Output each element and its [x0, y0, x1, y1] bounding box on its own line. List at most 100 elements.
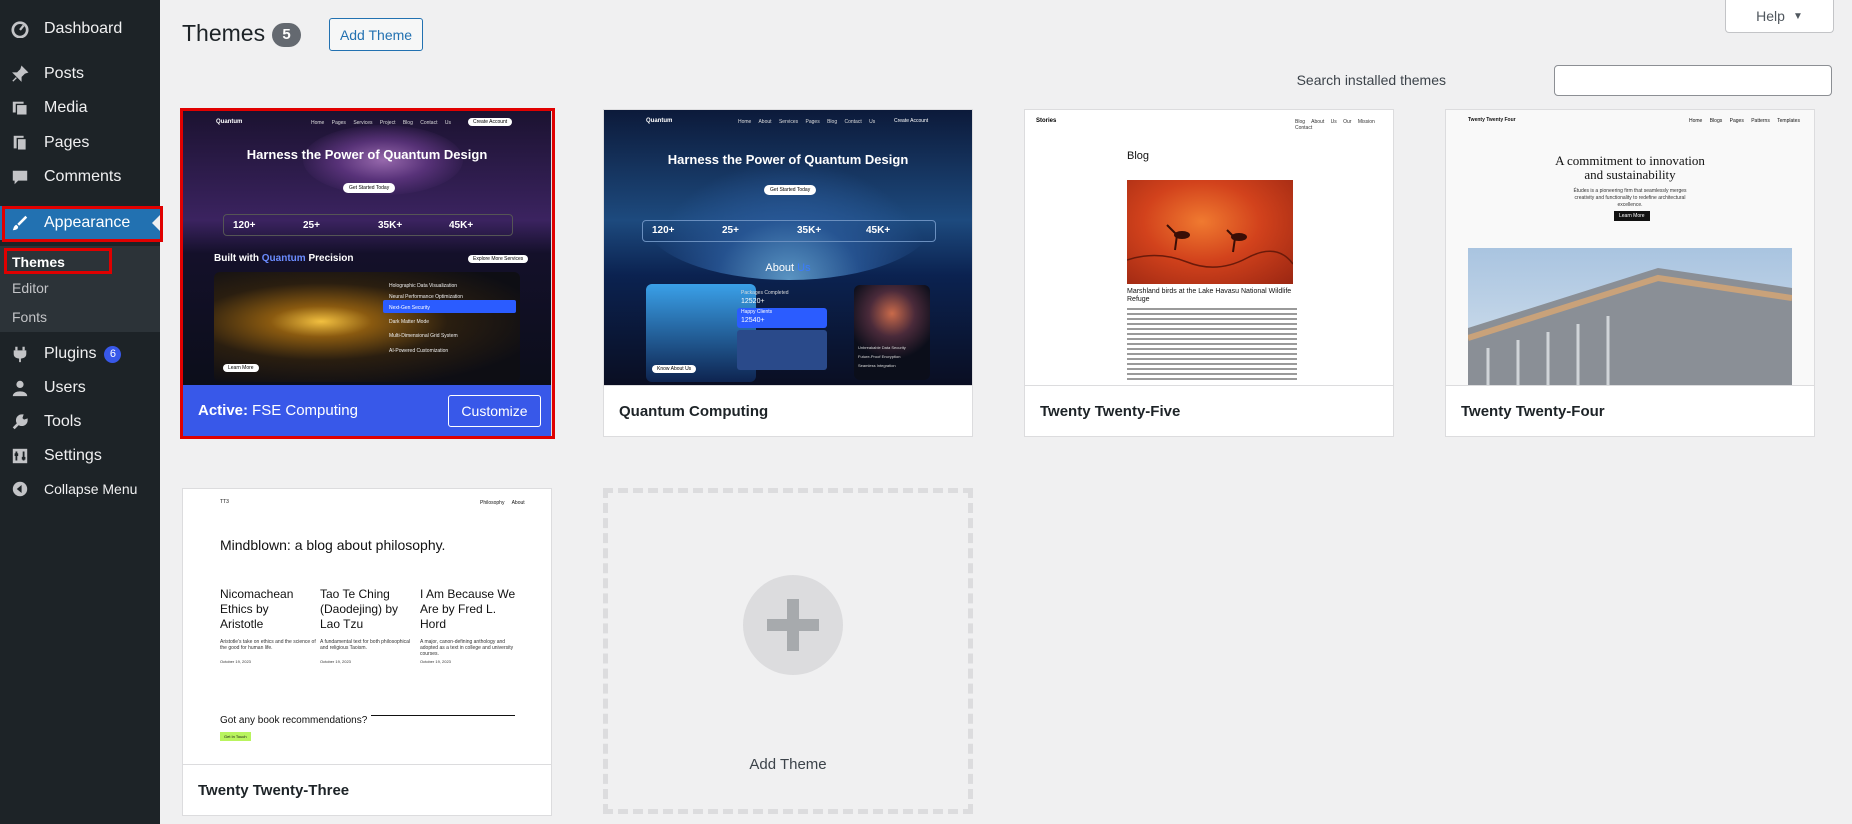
shot-post-date: October 19, 2023 — [420, 659, 451, 664]
shot-list-item: Holographic Data Visualization — [389, 283, 458, 289]
shot-button: Learn More — [1614, 211, 1650, 221]
shot-heading: A commitment to innovation and sustainab… — [1555, 153, 1705, 182]
theme-name[interactable]: Twenty Twenty-Four — [1446, 385, 1814, 436]
shot-nav: Home Blogs Pages Patterns Templates — [1689, 118, 1800, 124]
help-label: Help — [1756, 8, 1785, 24]
menu-plugins[interactable]: Plugins 6 — [0, 337, 160, 371]
shot-birds-image — [1126, 180, 1294, 284]
menu-collapse-label: Collapse Menu — [44, 481, 138, 497]
main-content: Themes 5 Add Theme Help ▼ Search install… — [160, 0, 1852, 824]
collapse-icon — [10, 479, 30, 499]
plugins-update-badge: 6 — [104, 345, 122, 363]
theme-screenshot[interactable]: Quantum Home About Services Pages Blog C… — [604, 110, 972, 386]
shot-cta-button: Get In Touch — [220, 732, 251, 741]
shot-question: Got any book recommendations? — [220, 715, 368, 726]
shot-divider — [371, 715, 515, 716]
user-icon — [10, 378, 30, 398]
pin-icon — [10, 64, 30, 84]
wrench-icon — [10, 412, 30, 432]
shot-subtext: Études is a pioneering firm that seamles… — [1573, 188, 1687, 208]
shot-nav: Home About Services Pages Blog Contact U… — [738, 119, 876, 125]
shot-stat: 45K+ — [449, 220, 474, 231]
theme-screenshot[interactable]: Twenty Twenty Four Home Blogs Pages Patt… — [1446, 110, 1814, 386]
media-icon — [10, 98, 30, 118]
theme-screenshot[interactable]: TT3 Philosophy About Mindblown: a blog a… — [183, 489, 551, 765]
active-label: Active: — [198, 402, 249, 419]
menu-appearance-label: Appearance — [44, 214, 131, 231]
theme-card-quantum-computing[interactable]: Quantum Home About Services Pages Blog C… — [603, 109, 973, 437]
plugin-icon — [10, 344, 30, 364]
shot-post-desc: A fundamental text for both philosophica… — [320, 639, 411, 651]
shot-post-desc: A major, canon-defining anthology and ad… — [420, 639, 514, 657]
birds-silhouette — [1126, 224, 1294, 268]
shot-list-item: Multi-Dimensional Grid System — [389, 333, 458, 339]
shot-heading: Mindblown: a blog about philosophy. — [220, 537, 446, 553]
shot-post-date: October 19, 2023 — [320, 659, 351, 664]
shot-panel-label: Packages Completed — [741, 290, 789, 296]
menu-settings[interactable]: Settings — [0, 439, 160, 473]
shot-hero: Harness the Power of Quantum Design — [246, 147, 488, 162]
customize-button[interactable]: Customize — [448, 395, 541, 427]
admin-sidebar: Dashboard Posts Media Pages Comments App… — [0, 0, 163, 824]
theme-screenshot[interactable]: Quantum Home Pages Services Project Blog… — [183, 110, 551, 386]
shot-brand: Quantum — [646, 118, 673, 124]
menu-collapse[interactable]: Collapse Menu — [0, 472, 160, 506]
shot-building-image — [1468, 248, 1792, 386]
menu-dashboard[interactable]: Dashboard — [0, 12, 160, 46]
shot-panel-label: Happy Clients — [741, 309, 773, 315]
shot-body-text-lines — [1127, 308, 1297, 382]
theme-screenshot[interactable]: Stories Blog About Us Our Mission Contac… — [1025, 110, 1393, 386]
submenu-editor[interactable]: Editor — [12, 280, 49, 296]
search-label: Search installed themes — [1296, 72, 1446, 88]
shot-nav-cta: Create Account — [468, 118, 513, 126]
shot-post-title: I Am Because We Are by Fred L. Hord — [420, 587, 516, 631]
shot-list-item: Neural Performance Optimization — [389, 294, 463, 300]
shot-nav: Home Pages Services Project Blog Contact… — [311, 120, 451, 126]
shot-hero-button: Get Started Today — [343, 183, 396, 193]
menu-tools[interactable]: Tools — [0, 405, 160, 439]
theme-card-active[interactable]: Quantum Home Pages Services Project Blog… — [182, 109, 552, 437]
shot-brand: Quantum — [216, 119, 243, 125]
theme-name[interactable]: Twenty Twenty-Five — [1025, 385, 1393, 436]
theme-card-twenty-twenty-four[interactable]: Twenty Twenty Four Home Blogs Pages Patt… — [1445, 109, 1815, 437]
menu-media[interactable]: Media — [0, 91, 160, 125]
menu-posts[interactable]: Posts — [0, 57, 160, 91]
comment-icon — [10, 167, 30, 187]
building-shape — [1468, 268, 1792, 386]
shot-nav-cta: Create Account — [894, 118, 929, 124]
theme-card-twenty-twenty-three[interactable]: TT3 Philosophy About Mindblown: a blog a… — [182, 488, 552, 816]
shot-list-item: Next-Gen Security — [389, 305, 430, 311]
theme-card-twenty-twenty-five[interactable]: Stories Blog About Us Our Mission Contac… — [1024, 109, 1394, 437]
shot-post-date: October 19, 2023 — [220, 659, 251, 664]
search-themes-input[interactable] — [1554, 65, 1832, 96]
pages-icon — [10, 133, 30, 153]
menu-comments[interactable]: Comments — [0, 160, 160, 194]
shot-stat: 25+ — [303, 220, 320, 231]
caret-down-icon: ▼ — [1792, 10, 1803, 22]
menu-pages-label: Pages — [44, 134, 90, 151]
submenu-themes[interactable]: Themes — [12, 254, 65, 270]
menu-users[interactable]: Users — [0, 371, 160, 405]
theme-name[interactable]: Twenty Twenty-Three — [183, 764, 551, 815]
submenu-fonts[interactable]: Fonts — [12, 309, 47, 325]
shot-about-heading: About Us — [765, 262, 811, 274]
shot-stat: 45K+ — [866, 225, 891, 236]
menu-pages[interactable]: Pages — [0, 126, 160, 160]
shot-list-item: Dark Matter Mode — [389, 319, 430, 325]
shot-caption: Marshland birds at the Lake Havasu Natio… — [1127, 288, 1292, 303]
shot-chip-image — [214, 272, 520, 382]
shot-heading: Blog — [1127, 150, 1150, 162]
menu-appearance[interactable]: Appearance — [0, 206, 160, 240]
shot-learn-button: Learn More — [223, 364, 259, 372]
menu-settings-label: Settings — [44, 447, 102, 464]
add-theme-button[interactable]: Add Theme — [329, 18, 423, 51]
shot-post-desc: Aristotle's take on ethics and the scien… — [220, 639, 316, 651]
shot-stats-bar — [642, 220, 936, 242]
shot-panel-value: 12540+ — [741, 317, 765, 324]
page-title: Themes — [182, 20, 266, 46]
shot-panel-box — [737, 330, 827, 370]
dashboard-icon — [10, 19, 30, 39]
add-new-theme-card[interactable]: Add Theme — [603, 488, 973, 814]
theme-name[interactable]: Quantum Computing — [604, 385, 972, 436]
help-tab-button[interactable]: Help ▼ — [1725, 0, 1834, 33]
